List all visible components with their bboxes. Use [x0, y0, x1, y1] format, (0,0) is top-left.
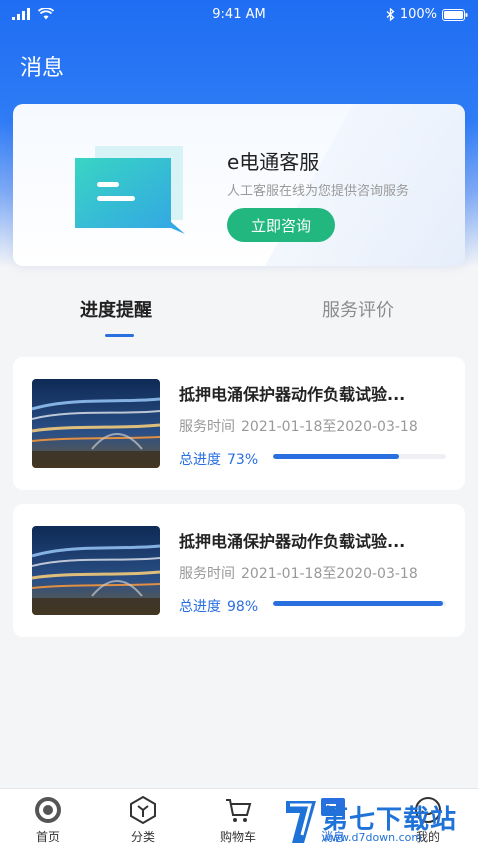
order-thumbnail: [32, 526, 160, 615]
tabbar-label: 购物车: [219, 830, 256, 844]
service-time-value: 2021-01-18至2020-03-18: [241, 566, 418, 582]
progress-value: 73%: [227, 452, 259, 468]
order-name: 抵押电涌保护器动作负载试验...: [179, 385, 406, 404]
progress-bar-fill: [273, 454, 400, 459]
tabbar-item-cart[interactable]: 购物车: [203, 795, 273, 845]
service-subtitle: 人工客服在线为您提供咨询服务: [227, 184, 410, 199]
watermark-url: www.d7down.com: [322, 831, 423, 844]
progress-bar-fill: [273, 601, 443, 606]
order-card[interactable]: 抵押电涌保护器动作负载试验... 服务时间 2021-01-18至2020-03-…: [13, 504, 465, 637]
tabbar-label: 首页: [35, 830, 60, 844]
consult-now-button[interactable]: 立即咨询: [227, 208, 335, 242]
tabs: 进度提醒 服务评价: [0, 286, 478, 342]
status-bar: 9:41 AM 100%: [0, 0, 478, 30]
service-title: e电通客服: [227, 150, 320, 174]
progress-label: 总进度: [179, 599, 221, 615]
cart-icon: [226, 799, 252, 822]
battery-percent: 100%: [399, 7, 437, 22]
customer-service-card: e电通客服 人工客服在线为您提供咨询服务 立即咨询: [13, 104, 465, 266]
order-progress-text: 总进度 73%: [179, 449, 258, 469]
chat-bubble-icon: [75, 146, 185, 234]
battery-icon: [442, 8, 468, 21]
progress-bar: [273, 454, 446, 459]
service-time-label: 服务时间: [179, 419, 235, 435]
progress-label: 总进度: [179, 452, 221, 468]
tabbar-item-category[interactable]: 分类: [108, 795, 178, 845]
order-service-time: 服务时间 2021-01-18至2020-03-18: [179, 563, 418, 583]
tabbar-item-home[interactable]: 首页: [13, 795, 83, 845]
order-progress-text: 总进度 98%: [179, 596, 258, 616]
tabbar-label: 分类: [130, 830, 155, 844]
order-thumbnail: [32, 379, 160, 468]
tab-service-review[interactable]: 服务评价: [322, 296, 394, 322]
page-title: 消息: [20, 56, 65, 81]
service-time-value: 2021-01-18至2020-03-18: [241, 419, 418, 435]
watermark: 第七下载站 www.d7down.com: [282, 795, 478, 850]
order-service-time: 服务时间 2021-01-18至2020-03-18: [179, 416, 418, 436]
active-tab-indicator: [105, 334, 134, 337]
watermark-logo-icon: [286, 801, 316, 843]
tab-progress-reminder[interactable]: 进度提醒: [80, 296, 152, 322]
service-time-label: 服务时间: [179, 566, 235, 582]
category-icon: [130, 795, 156, 825]
order-card[interactable]: 抵押电涌保护器动作负载试验... 服务时间 2021-01-18至2020-03-…: [13, 357, 465, 490]
progress-bar: [273, 601, 446, 606]
order-name: 抵押电涌保护器动作负载试验...: [179, 532, 406, 551]
home-icon: [35, 797, 61, 823]
progress-value: 98%: [227, 599, 259, 615]
bluetooth-icon: [386, 8, 395, 21]
